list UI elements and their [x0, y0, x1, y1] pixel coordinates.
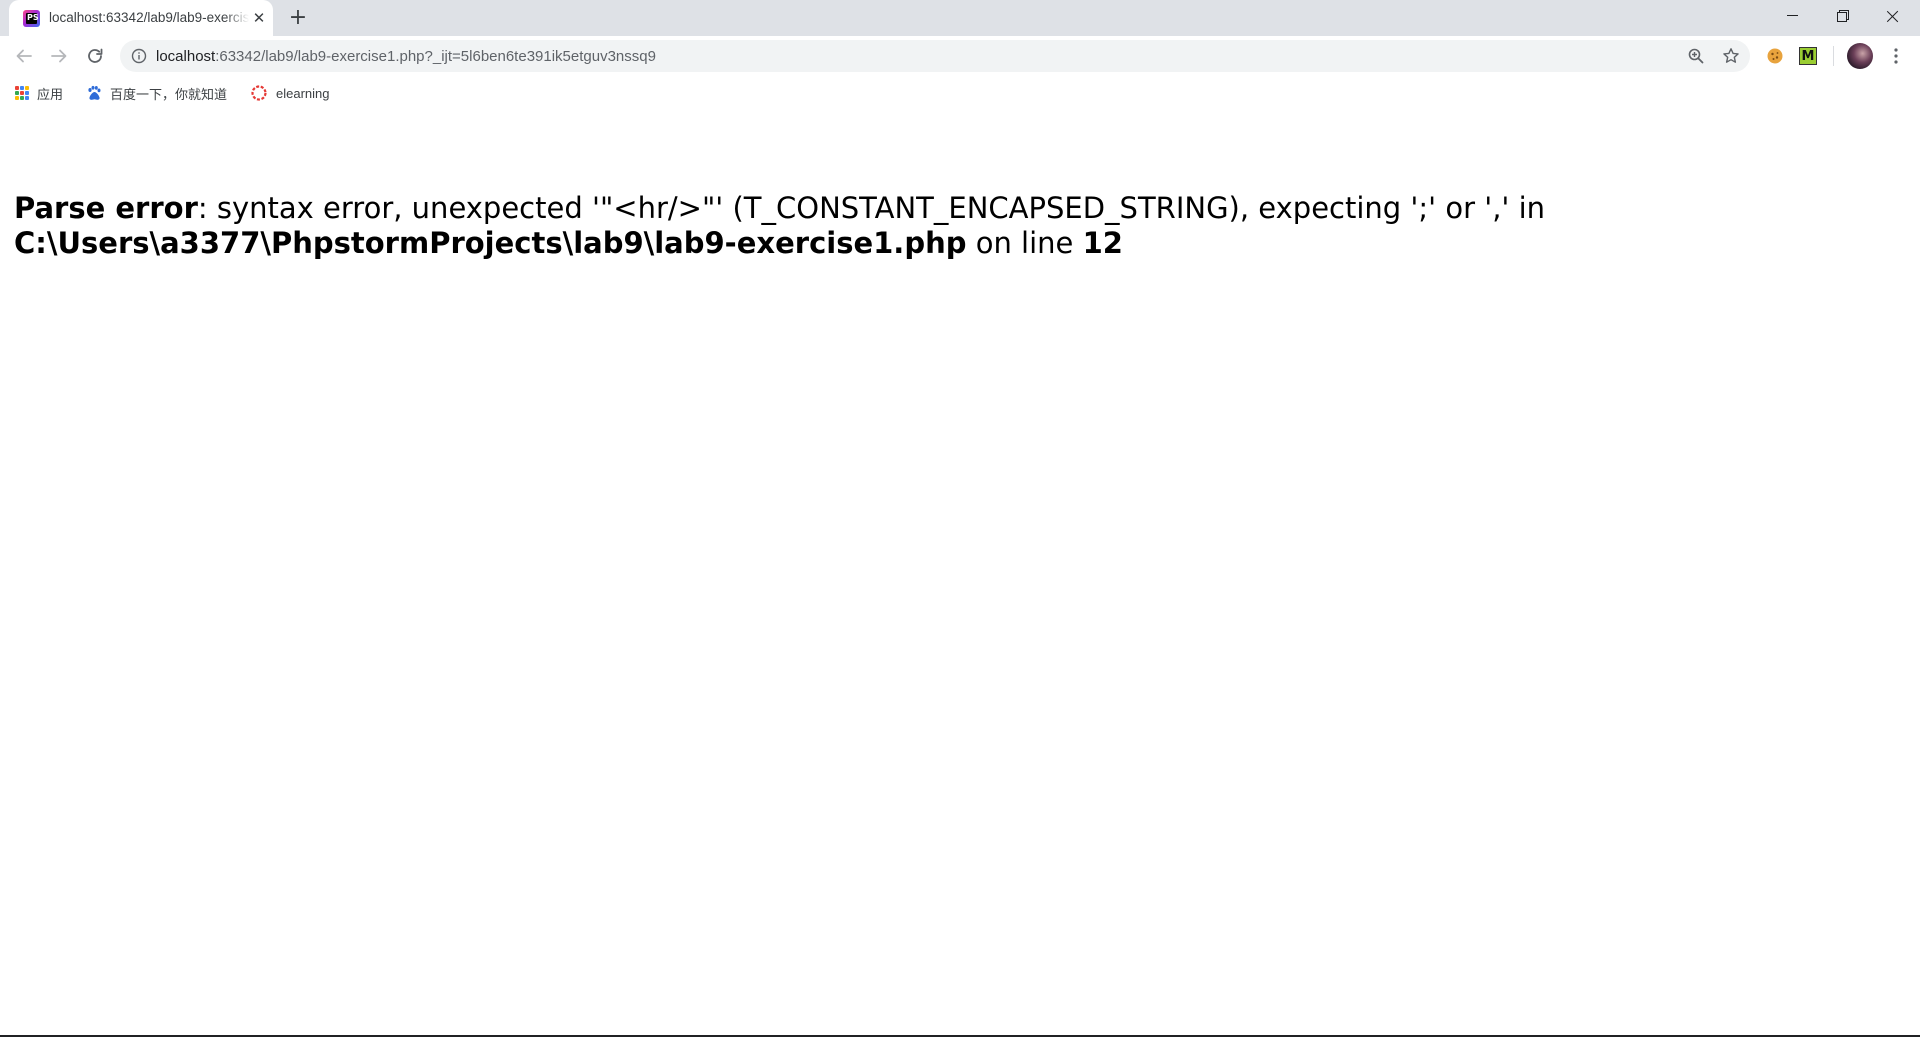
forward-button[interactable]: [45, 42, 73, 70]
restore-button[interactable]: [1818, 0, 1868, 32]
tab-title: localhost:63342/lab9/lab9-exercise1.php?…: [49, 10, 249, 25]
bookmarks-bar: 应用 百度一下，你就知道 elearning: [0, 76, 1920, 108]
browser-toolbar: localhost:63342/lab9/lab9-exercise1.php?…: [0, 36, 1920, 76]
m-extension-icon[interactable]: M: [1799, 47, 1817, 65]
bookmark-label: 百度一下，你就知道: [110, 86, 228, 102]
bookmark-baidu[interactable]: 百度一下，你就知道: [86, 84, 227, 102]
error-line-number: 12: [1082, 226, 1123, 260]
profile-avatar[interactable]: [1847, 43, 1873, 69]
reload-button[interactable]: [81, 42, 109, 70]
tab-strip: PS localhost:63342/lab9/lab9-exercise1.p…: [0, 0, 1920, 36]
on-line-text: on line: [966, 226, 1083, 260]
active-tab[interactable]: PS localhost:63342/lab9/lab9-exercise1.p…: [9, 0, 273, 36]
window-close-button[interactable]: [1868, 0, 1918, 32]
bookmark-label: elearning: [276, 85, 330, 101]
address-bar[interactable]: localhost:63342/lab9/lab9-exercise1.php?…: [120, 40, 1750, 72]
arrow-right-icon: [51, 49, 67, 63]
bookmark-apps[interactable]: 应用: [15, 84, 63, 102]
new-tab-button[interactable]: +: [286, 6, 310, 30]
star-icon[interactable]: [1722, 47, 1740, 65]
back-button[interactable]: [10, 42, 38, 70]
reload-icon: [88, 48, 103, 63]
error-description: : syntax error, unexpected '"<hr/>"' (T_…: [197, 191, 1546, 225]
php-error-message: Parse error: syntax error, unexpected '"…: [14, 156, 1894, 261]
bookmark-elearning[interactable]: elearning: [250, 84, 330, 102]
arrow-left-icon: [16, 49, 32, 63]
info-icon[interactable]: [131, 48, 147, 64]
error-heading: Parse error: [14, 191, 198, 225]
elearning-ring-icon: [251, 85, 267, 101]
toolbar-divider: [1833, 46, 1834, 66]
more-vertical-icon[interactable]: [1888, 46, 1904, 66]
phpstorm-favicon-icon: PS: [23, 10, 40, 27]
baidu-paw-icon: [88, 85, 101, 100]
apps-grid-icon: [15, 86, 29, 100]
error-file-path: C:\Users\a3377\PhpstormProjects\lab9\lab…: [14, 226, 967, 260]
minimize-button[interactable]: [1768, 0, 1818, 32]
cookie-icon[interactable]: [1764, 45, 1786, 67]
bookmark-label: 应用: [37, 86, 64, 102]
tab-close-icon[interactable]: ✕: [250, 9, 268, 27]
url-path: :63342/lab9/lab9-exercise1.php?_ijt=5l6b…: [215, 48, 656, 65]
zoom-icon[interactable]: [1687, 47, 1705, 65]
url-text[interactable]: localhost:63342/lab9/lab9-exercise1.php?…: [156, 48, 656, 65]
url-host: localhost: [156, 48, 216, 65]
